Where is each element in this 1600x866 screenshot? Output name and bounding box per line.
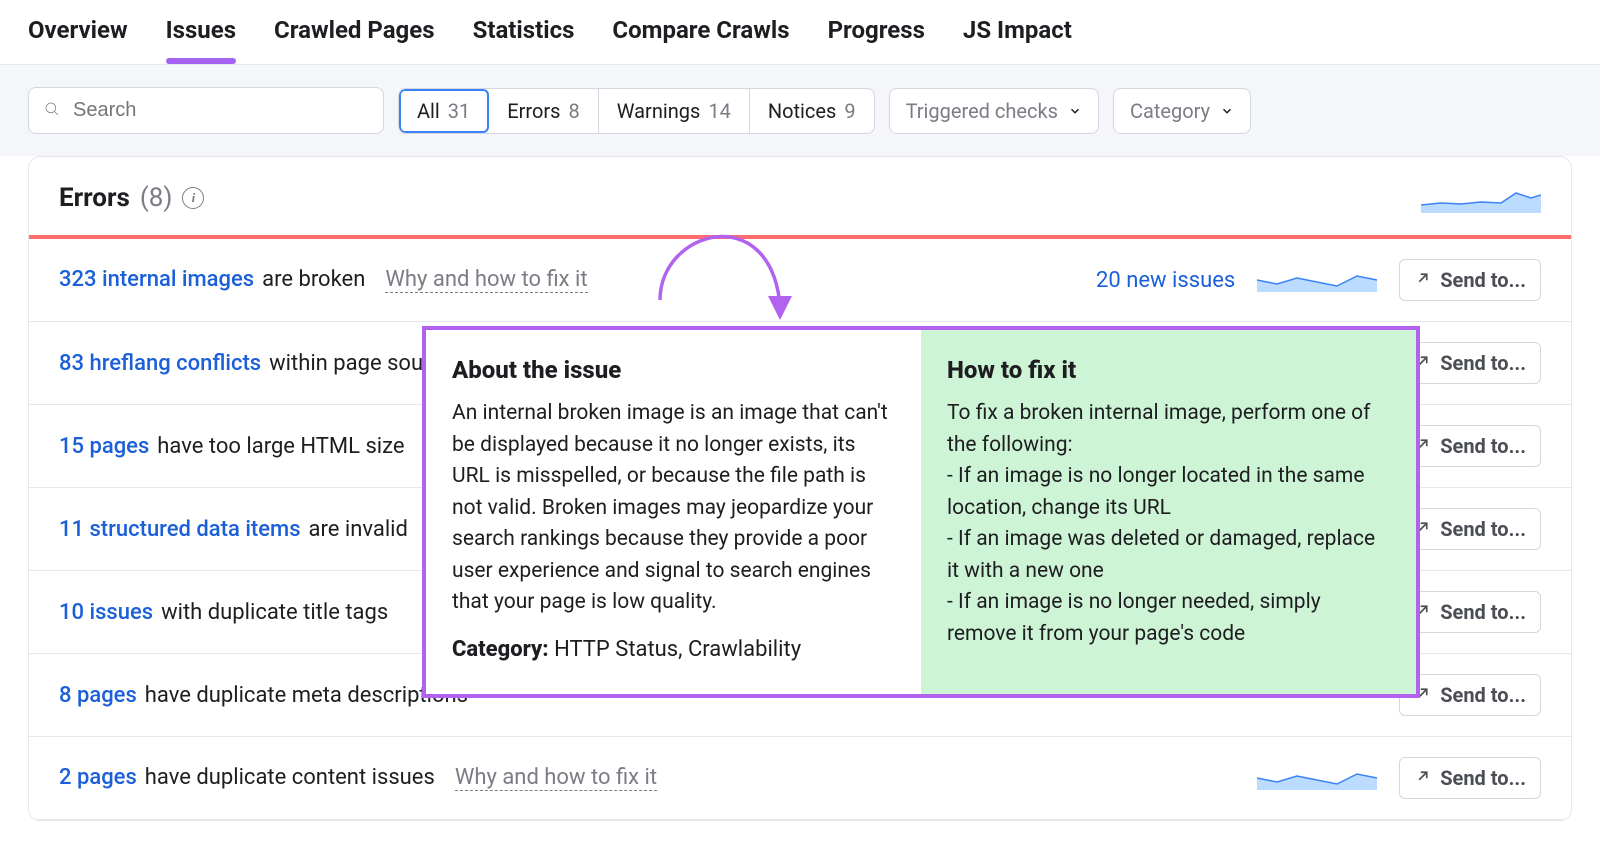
- sparkline: [1257, 262, 1377, 298]
- send-to-button[interactable]: Send to...: [1399, 674, 1541, 716]
- tab-issues[interactable]: Issues: [166, 16, 236, 48]
- chevron-down-icon: [1068, 99, 1082, 123]
- filter-warnings[interactable]: Warnings14: [599, 89, 750, 133]
- send-to-button[interactable]: Send to...: [1399, 259, 1541, 301]
- send-to-button[interactable]: Send to...: [1399, 425, 1541, 467]
- filter-segments: All31Errors8Warnings14Notices9: [398, 88, 875, 134]
- tab-statistics[interactable]: Statistics: [473, 16, 575, 48]
- issue-link[interactable]: 323 internal images: [59, 267, 254, 292]
- about-body: An internal broken image is an image tha…: [452, 398, 895, 619]
- search-container[interactable]: [28, 87, 384, 134]
- issue-text: are invalid: [309, 517, 408, 542]
- send-icon: [1414, 766, 1432, 790]
- tab-js-impact[interactable]: JS Impact: [963, 16, 1072, 48]
- panel-title-text: Errors: [59, 183, 130, 213]
- popover-about: About the issue An internal broken image…: [426, 330, 921, 694]
- why-popover: About the issue An internal broken image…: [422, 326, 1420, 698]
- fix-title: How to fix it: [947, 352, 1390, 388]
- about-category: Category: HTTP Status, Crawlability: [452, 633, 895, 666]
- filter-errors[interactable]: Errors8: [489, 89, 598, 133]
- issue-link[interactable]: 10 issues: [59, 600, 153, 625]
- send-icon: [1414, 268, 1432, 292]
- why-link[interactable]: Why and how to fix it: [455, 765, 657, 791]
- issue-link[interactable]: 2 pages: [59, 765, 137, 790]
- filter-notices[interactable]: Notices9: [750, 89, 874, 133]
- arrow-annotation: [650, 200, 810, 344]
- send-to-button[interactable]: Send to...: [1399, 757, 1541, 799]
- send-to-button[interactable]: Send to...: [1399, 342, 1541, 384]
- issue-text: have duplicate content issues: [145, 765, 435, 790]
- panel-title-count: (8): [140, 183, 173, 213]
- search-icon: [43, 100, 61, 122]
- search-input[interactable]: [71, 98, 369, 123]
- issue-link[interactable]: 15 pages: [59, 434, 149, 459]
- dropdown-triggered-checks[interactable]: Triggered checks: [889, 88, 1099, 134]
- about-title: About the issue: [452, 352, 895, 388]
- issue-link[interactable]: 8 pages: [59, 683, 137, 708]
- issue-text: are broken: [262, 267, 365, 292]
- filter-all[interactable]: All31: [399, 89, 489, 133]
- issue-text: have duplicate meta descriptions: [145, 683, 468, 708]
- popover-fix: How to fix it To fix a broken internal i…: [921, 330, 1416, 694]
- new-issues-link[interactable]: 20 new issues: [1096, 268, 1235, 293]
- info-icon[interactable]: i: [182, 187, 204, 209]
- tab-crawled-pages[interactable]: Crawled Pages: [274, 16, 435, 48]
- sparkline: [1257, 760, 1377, 796]
- fix-body: To fix a broken internal image, perform …: [947, 398, 1390, 650]
- tab-compare-crawls[interactable]: Compare Crawls: [612, 16, 789, 48]
- issue-link[interactable]: 11 structured data items: [59, 517, 301, 542]
- tab-progress[interactable]: Progress: [828, 16, 925, 48]
- issue-link[interactable]: 83 hreflang conflicts: [59, 351, 261, 376]
- issue-text: have too large HTML size: [157, 434, 404, 459]
- issue-text: with duplicate title tags: [161, 600, 388, 625]
- send-to-button[interactable]: Send to...: [1399, 508, 1541, 550]
- send-to-button[interactable]: Send to...: [1399, 591, 1541, 633]
- sparkline-header: [1421, 183, 1541, 213]
- chevron-down-icon: [1220, 99, 1234, 123]
- toolbar: All31Errors8Warnings14Notices9 Triggered…: [0, 65, 1600, 156]
- top-tabs: Overview Issues Crawled Pages Statistics Com…: [0, 0, 1600, 65]
- tab-overview[interactable]: Overview: [28, 16, 128, 48]
- issue-row: 2 pages have duplicate content issues Why…: [29, 737, 1571, 820]
- dropdown-category[interactable]: Category: [1113, 88, 1251, 134]
- why-link[interactable]: Why and how to fix it: [385, 267, 587, 293]
